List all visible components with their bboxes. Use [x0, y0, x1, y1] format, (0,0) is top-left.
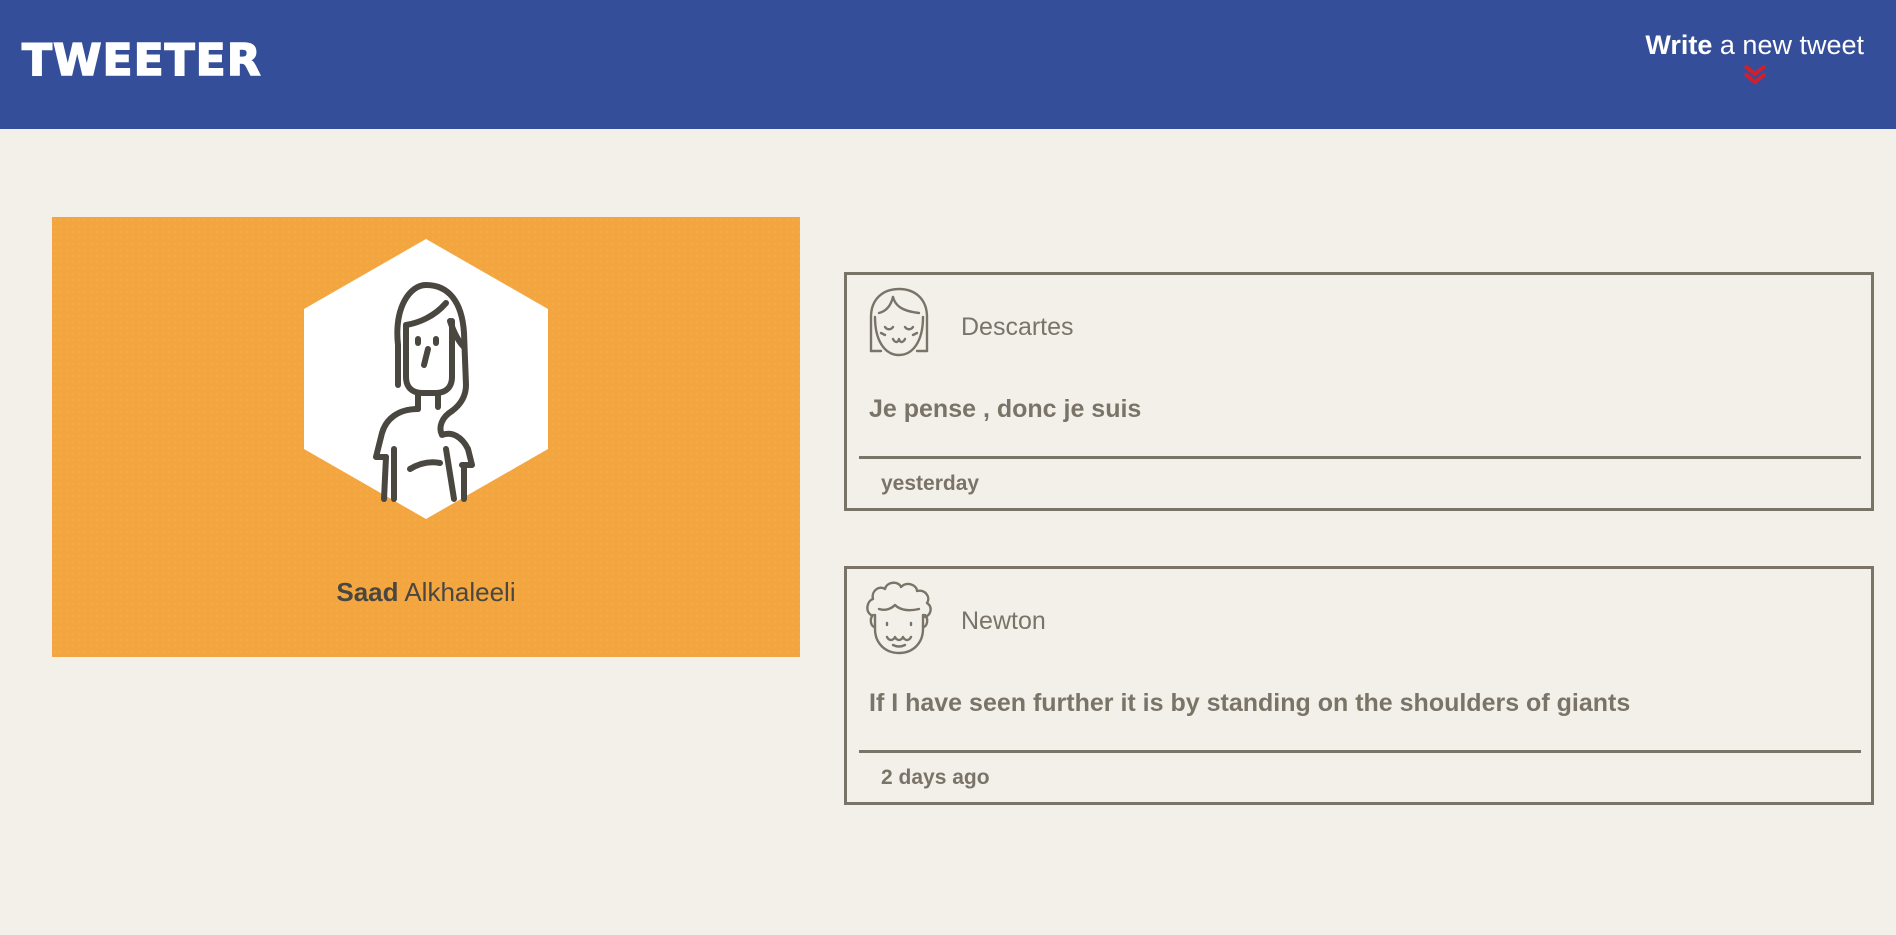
compose-label: Write a new tweet [1645, 30, 1864, 60]
curly-hair-face-avatar-icon [866, 581, 932, 655]
profile-name: Saad Alkhaleeli [52, 577, 800, 608]
tweet-divider [859, 750, 1861, 753]
tweet-card: Newton If I have seen further it is by s… [844, 566, 1874, 805]
compose-tweet-toggle[interactable]: Write a new tweet [1645, 30, 1864, 85]
top-navbar: TWEETER Write a new tweet [0, 0, 1896, 129]
profile-last-name: Alkhaleeli [398, 577, 516, 607]
tweet-handle[interactable]: Newton [961, 607, 1046, 636]
profile-card: Saad Alkhaleeli [52, 217, 800, 657]
profile-first-name: Saad [336, 577, 399, 607]
compose-label-strong: Write [1645, 30, 1713, 60]
tweet-card: Descartes Je pense , donc je suis yester… [844, 272, 1874, 511]
tweet-text: If I have seen further it is by standing… [869, 689, 1631, 717]
girl-face-avatar-icon [869, 287, 929, 357]
double-chevron-down-icon[interactable] [1742, 63, 1768, 85]
brand-logo[interactable]: TWEETER [21, 34, 262, 87]
compose-label-rest: a new tweet [1712, 30, 1864, 60]
tweet-divider [859, 456, 1861, 459]
profile-avatar [302, 237, 550, 519]
tweet-text: Je pense , donc je suis [869, 395, 1142, 423]
tweet-handle[interactable]: Descartes [961, 313, 1074, 342]
tweet-timestamp: 2 days ago [881, 766, 990, 789]
woman-avatar-icon [304, 239, 548, 519]
tweet-timestamp: yesterday [881, 472, 980, 495]
